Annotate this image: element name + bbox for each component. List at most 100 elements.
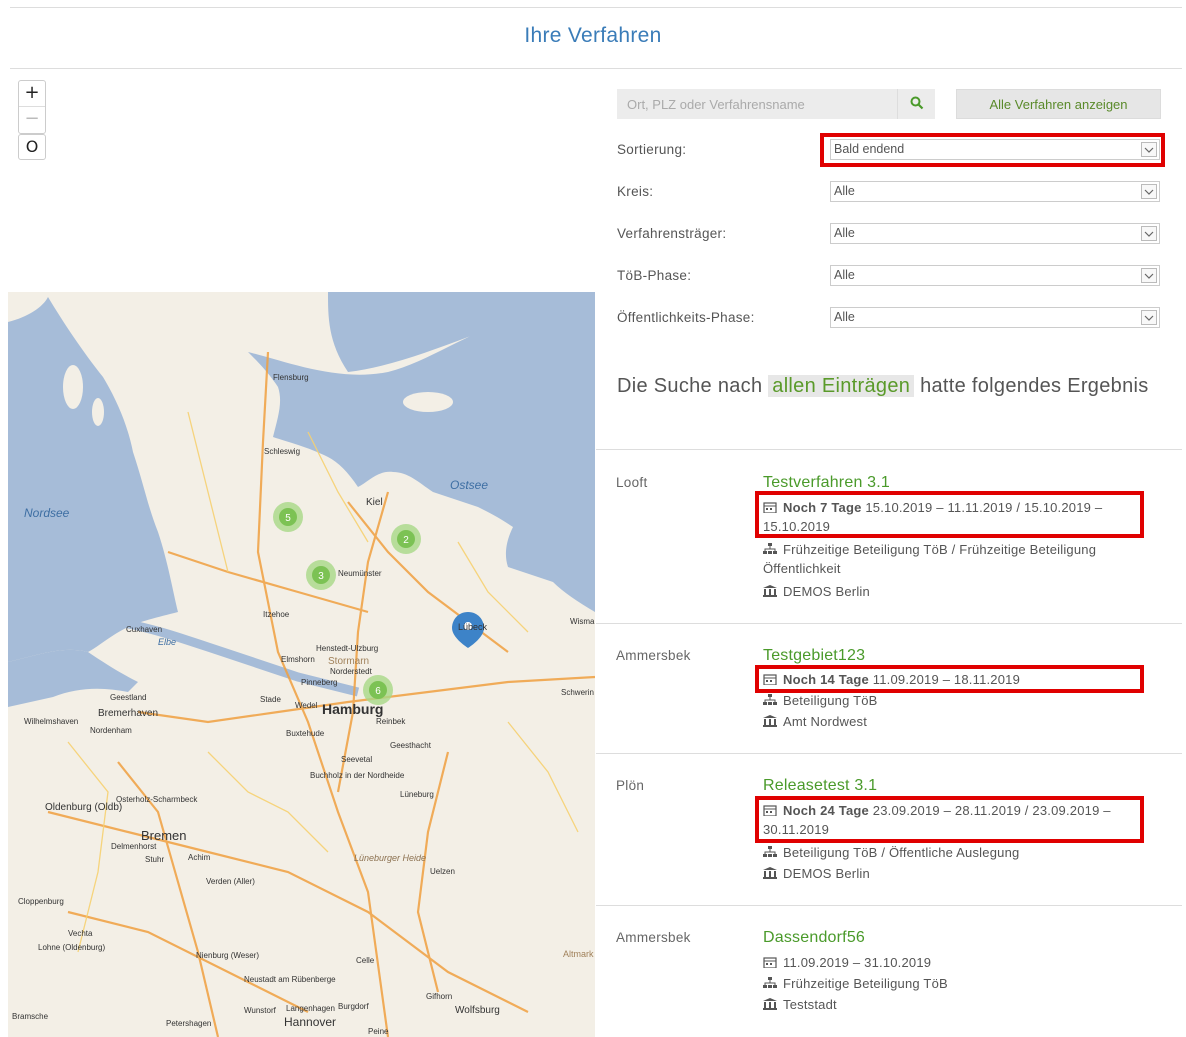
- map-city-label: Langenhagen: [286, 1004, 335, 1013]
- sitemap-icon: [763, 977, 777, 988]
- map-city-label: Hamburg: [322, 701, 383, 717]
- calendar-icon: [763, 957, 777, 968]
- map-city-label: Wedel: [295, 701, 318, 710]
- map-cluster[interactable]: 3: [318, 571, 324, 582]
- result-phase: Frühzeitige Beteiligung TöB: [763, 974, 1143, 993]
- zoom-control: + −: [18, 80, 46, 134]
- map-city-label: Petershagen: [166, 1019, 211, 1028]
- map-city-label: Vechta: [68, 929, 93, 938]
- map-cluster[interactable]: 5: [285, 513, 291, 524]
- public-phase-select[interactable]: Alle: [830, 307, 1160, 328]
- authority-select[interactable]: Alle: [830, 223, 1160, 244]
- map-city-label: Peine: [368, 1027, 389, 1036]
- map-city-label: Seevetal: [341, 755, 372, 764]
- result-location: Ammersbek: [616, 930, 691, 945]
- result-phase: Beteiligung TöB: [763, 691, 1143, 710]
- map-label-elbe: Elbe: [158, 637, 176, 647]
- map-city-label: Nordenham: [90, 726, 132, 735]
- map-city-label: Neumünster: [338, 569, 382, 578]
- chevron-down-icon: [1141, 310, 1157, 325]
- map-city-label: Schleswig: [264, 447, 300, 456]
- organization-text: DEMOS Berlin: [783, 866, 870, 881]
- map-city-label: Lübeck: [458, 622, 488, 632]
- select-value: Alle: [834, 310, 855, 324]
- map-city-label: Wunstorf: [244, 1006, 277, 1015]
- filter-district: Kreis: Alle: [617, 181, 1162, 205]
- map-city-label: Pinneberg: [301, 678, 337, 687]
- map-city-label: Buxtehude: [286, 729, 325, 738]
- result-organization: DEMOS Berlin: [763, 582, 1143, 601]
- zoom-in-button[interactable]: +: [19, 81, 45, 107]
- header-divider-top: [10, 7, 1182, 8]
- institution-icon: [763, 585, 777, 597]
- map-cluster[interactable]: 6: [375, 686, 381, 697]
- zoom-out-button[interactable]: −: [19, 107, 45, 133]
- sitemap-icon: [763, 543, 777, 554]
- map-city-label: Cloppenburg: [18, 897, 64, 906]
- summary-prefix: Die Suche nach: [617, 375, 763, 397]
- institution-icon: [763, 867, 777, 879]
- map-city-label: Delmenhorst: [111, 842, 157, 851]
- search-icon: [910, 96, 923, 109]
- institution-icon: [763, 715, 777, 727]
- map-city-label: Elmshorn: [281, 655, 315, 664]
- map-city-label: Burgdorf: [338, 1002, 369, 1011]
- map-city-label: Gifhorn: [426, 992, 452, 1001]
- map-city-label: Kiel: [366, 497, 383, 508]
- filter-label: TöB-Phase:: [617, 268, 692, 283]
- map-canvas: 5 2 3 6 Nordsee Ostsee Elbe Flensburg Sc…: [8, 292, 595, 1037]
- result-item: Ammersbek Dassendorf56 11.09.2019 – 31.1…: [596, 905, 1182, 1037]
- map-city-label: Stade: [260, 695, 281, 704]
- map-cluster[interactable]: 2: [403, 535, 409, 546]
- map-city-label: Stormarn: [328, 656, 369, 667]
- map-city-label: Lüneburg: [400, 790, 434, 799]
- summary-suffix: hatte folgendes Ergebnis: [920, 375, 1149, 397]
- map-city-label: Cuxhaven: [126, 625, 162, 634]
- result-location: Ammersbek: [616, 648, 691, 663]
- select-value: Alle: [834, 226, 855, 240]
- map[interactable]: 5 2 3 6 Nordsee Ostsee Elbe Flensburg Sc…: [8, 292, 595, 1037]
- search-button[interactable]: [897, 89, 935, 119]
- district-select[interactable]: Alle: [830, 181, 1160, 202]
- result-organization: DEMOS Berlin: [763, 864, 1143, 883]
- map-city-label: Itzehoe: [263, 610, 290, 619]
- reset-view-button[interactable]: O: [18, 134, 46, 160]
- result-phase: Frühzeitige Beteiligung TöB / Frühzeitig…: [763, 540, 1153, 578]
- map-city-label: Wolfsburg: [455, 1005, 500, 1016]
- show-all-procedures-button[interactable]: Alle Verfahren anzeigen: [956, 89, 1161, 119]
- phase-text: Beteiligung TöB / Öffentliche Auslegung: [783, 845, 1020, 860]
- result-location: Looft: [616, 475, 648, 490]
- result-title-link[interactable]: Releasetest 3.1: [763, 777, 877, 795]
- highlight-box: [820, 133, 1165, 167]
- chevron-down-icon: [1141, 268, 1157, 283]
- result-title-link[interactable]: Dassendorf56: [763, 929, 865, 947]
- result-title-link[interactable]: Testgebiet123: [763, 647, 865, 665]
- map-city-label: Geesthacht: [390, 741, 432, 750]
- select-value: Alle: [834, 268, 855, 282]
- highlight-box: [755, 665, 1144, 693]
- filter-label: Sortierung:: [617, 142, 687, 157]
- result-phase: Beteiligung TöB / Öffentliche Auslegung: [763, 843, 1143, 862]
- result-dates: 11.09.2019 – 31.10.2019: [763, 953, 1143, 972]
- map-city-label: Neustadt am Rübenberge: [244, 975, 336, 984]
- filter-label: Kreis:: [617, 184, 654, 199]
- select-value: Alle: [834, 184, 855, 198]
- map-city-label: Lüneburger Heide: [354, 853, 426, 863]
- map-city-label: Bremerhaven: [98, 708, 158, 719]
- institution-icon: [763, 998, 777, 1010]
- organization-text: DEMOS Berlin: [783, 584, 870, 599]
- date-range: 11.09.2019 – 31.10.2019: [783, 955, 932, 970]
- result-organization: Teststadt: [763, 995, 1143, 1014]
- map-city-label: Flensburg: [273, 373, 309, 382]
- search-input[interactable]: [617, 89, 897, 119]
- chevron-down-icon: [1141, 184, 1157, 199]
- map-city-label: Bramsche: [12, 1012, 49, 1021]
- header-divider-bottom: [10, 68, 1182, 69]
- sitemap-icon: [763, 846, 777, 857]
- result-title-link[interactable]: Testverfahren 3.1: [763, 474, 890, 492]
- map-city-label: Norderstedt: [330, 667, 373, 676]
- map-city-label: Buchholz in der Nordheide: [310, 771, 405, 780]
- toeb-phase-select[interactable]: Alle: [830, 265, 1160, 286]
- filter-label: Verfahrensträger:: [617, 226, 727, 241]
- map-city-label: Schwerin: [561, 688, 594, 697]
